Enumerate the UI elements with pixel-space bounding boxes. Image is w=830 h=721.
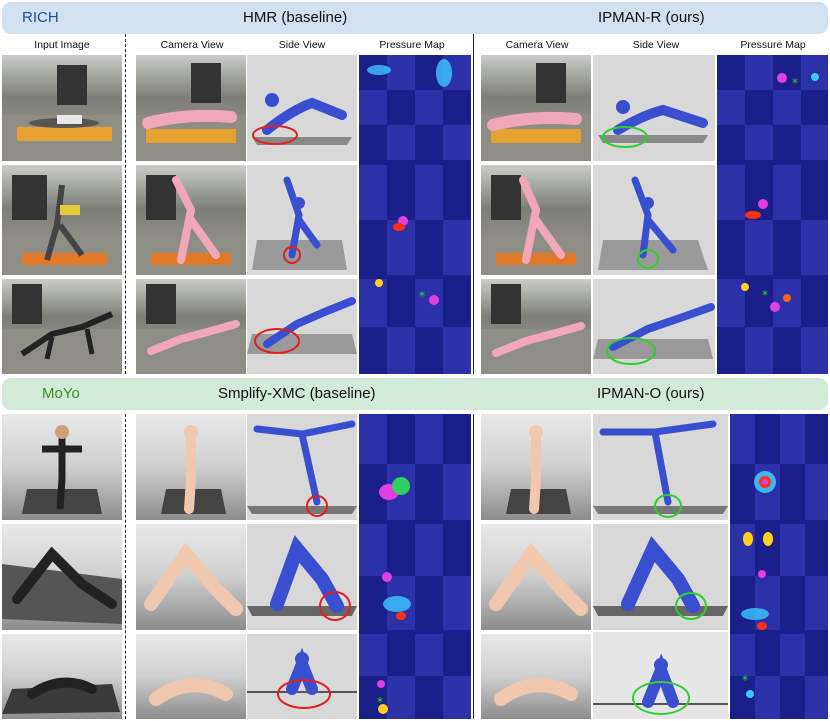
smplify-side-view-2	[247, 524, 357, 630]
ipman-r-pressure-maps: * *	[717, 55, 828, 374]
rich-input-image-2	[2, 165, 122, 275]
ipman-r-side-view-2	[593, 165, 715, 275]
ipman-o-side-view-1	[593, 414, 728, 520]
svg-text:*: *	[419, 289, 425, 303]
header-pressure-map-ours: Pressure Map	[740, 39, 806, 51]
hmr-camera-view-3	[136, 279, 246, 374]
hmr-pressure-maps: *	[359, 55, 471, 374]
header-pressure-map-baseline: Pressure Map	[379, 39, 445, 51]
header-camera-view-baseline: Camera View	[160, 39, 224, 51]
separator-input-bottom	[125, 414, 126, 719]
hmr-side-view-2	[247, 165, 357, 275]
ours-title-bottom: IPMAN-O (ours)	[597, 385, 705, 402]
ipman-o-camera-view-2	[481, 524, 591, 630]
smplify-camera-view-1	[136, 414, 246, 520]
ipman-o-camera-view-3	[481, 634, 591, 719]
ipman-r-side-view-3	[593, 279, 715, 374]
smplify-pressure-maps: *	[359, 414, 471, 719]
separator-input-top	[125, 34, 126, 374]
ipman-o-pressure-maps: *	[730, 414, 828, 719]
hmr-side-view-3	[247, 279, 357, 374]
ipman-r-camera-view-3	[481, 279, 591, 374]
header-side-view-baseline: Side View	[278, 39, 326, 51]
separator-methods-top	[473, 34, 474, 374]
dataset-label-moyo: MoYo	[42, 385, 80, 402]
smplify-side-view-3	[247, 634, 357, 719]
ipman-r-camera-view-2	[481, 165, 591, 275]
ipman-r-camera-view-1	[481, 55, 591, 161]
svg-text:*: *	[377, 695, 383, 709]
ours-title-top: IPMAN-R (ours)	[598, 9, 705, 26]
moyo-input-image-1	[2, 414, 122, 520]
smplify-side-view-1	[247, 414, 357, 520]
ipman-o-side-view-2	[593, 524, 728, 630]
svg-text:*: *	[792, 76, 798, 90]
ipman-o-camera-view-1	[481, 414, 591, 520]
hmr-camera-view-1	[136, 55, 246, 161]
ipman-o-side-view-3	[593, 632, 728, 719]
moyo-input-image-3	[2, 634, 122, 719]
hmr-side-view-1	[247, 55, 357, 161]
baseline-title-bottom: Smplify-XMC (baseline)	[218, 385, 376, 402]
rich-input-image-3	[2, 279, 122, 374]
ipman-r-side-view-1	[593, 55, 715, 161]
smplify-camera-view-2	[136, 524, 246, 630]
baseline-title-top: HMR (baseline)	[243, 9, 348, 26]
header-input-image: Input Image	[34, 39, 90, 51]
rich-input-image-1	[2, 55, 122, 161]
smplify-camera-view-3	[136, 634, 246, 719]
hmr-camera-view-2	[136, 165, 246, 275]
dataset-label-rich: RICH	[22, 9, 59, 26]
moyo-input-image-2	[2, 524, 122, 630]
svg-text:*: *	[762, 288, 768, 302]
svg-text:*: *	[742, 673, 748, 687]
header-camera-view-ours: Camera View	[505, 39, 569, 51]
separator-methods-bottom	[473, 414, 474, 719]
header-side-view-ours: Side View	[632, 39, 680, 51]
